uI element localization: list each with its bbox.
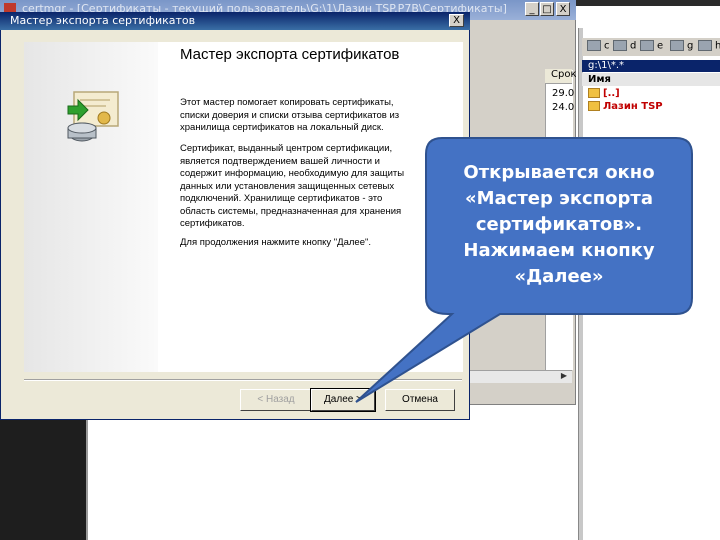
wizard-heading: Мастер экспорта сертификатов xyxy=(180,46,400,63)
cancel-button[interactable]: Отмена xyxy=(385,389,455,411)
drive-button-g[interactable]: g xyxy=(670,40,693,52)
wizard-titlebar: Мастер экспорта сертификатов xyxy=(0,12,470,30)
drive-label: e xyxy=(657,40,664,52)
minimize-button[interactable]: _ xyxy=(525,2,539,16)
file-icon xyxy=(588,101,600,111)
list-item-parent[interactable]: [..] xyxy=(588,88,620,99)
drive-icon xyxy=(640,40,654,51)
scroll-right-arrow-icon[interactable]: ▶ xyxy=(558,371,570,381)
cert-date-2: 24.0 xyxy=(552,102,575,113)
maximize-button[interactable]: □ xyxy=(540,2,554,16)
wizard-title: Мастер экспорта сертификатов xyxy=(10,14,196,27)
desktop-dark-area xyxy=(0,405,86,540)
drive-icon xyxy=(613,40,627,51)
drive-label: d xyxy=(630,40,637,52)
drive-label: h xyxy=(715,40,720,52)
callout-text: Открывается окно «Мастер экспорта сертиф… xyxy=(463,162,655,287)
drive-button-h[interactable]: h xyxy=(698,40,720,52)
drive-icon xyxy=(670,40,684,51)
wizard-separator xyxy=(24,379,462,381)
folder-icon xyxy=(588,88,600,98)
next-button[interactable]: Далее > xyxy=(310,388,376,412)
wizard-close-button[interactable]: X xyxy=(449,14,464,27)
drive-button-e[interactable]: e xyxy=(640,40,663,52)
drive-icon xyxy=(587,40,601,51)
wizard-intro-text: Этот мастер помогает копировать сертифик… xyxy=(180,97,400,133)
list-item-label: [..] xyxy=(603,88,620,99)
drive-label: g xyxy=(687,40,694,52)
cert-date-1: 29.0 xyxy=(552,88,575,99)
current-path: g:\1\*.* xyxy=(582,60,720,72)
certificate-export-icon xyxy=(67,91,119,142)
drive-label: c xyxy=(604,40,610,52)
list-item-label: Лазин TSP xyxy=(603,101,663,112)
top-dark-strip xyxy=(576,0,720,6)
drive-button-d[interactable]: d xyxy=(613,40,636,52)
drive-button-c[interactable]: c xyxy=(587,40,610,52)
wizard-instruction-text: Для продолжения нажмите кнопку "Далее". xyxy=(180,237,371,248)
drive-icon xyxy=(698,40,712,51)
panel-border xyxy=(86,408,88,540)
list-item-file[interactable]: Лазин TSP xyxy=(588,101,663,112)
wizard-description-text: Сертификат, выданный центром сертификаци… xyxy=(180,143,405,229)
column-header-expiry[interactable]: Срок xyxy=(545,69,577,84)
close-button[interactable]: X xyxy=(556,2,570,16)
column-header-name[interactable]: Имя xyxy=(582,73,720,86)
back-button[interactable]: < Назад xyxy=(240,389,312,411)
